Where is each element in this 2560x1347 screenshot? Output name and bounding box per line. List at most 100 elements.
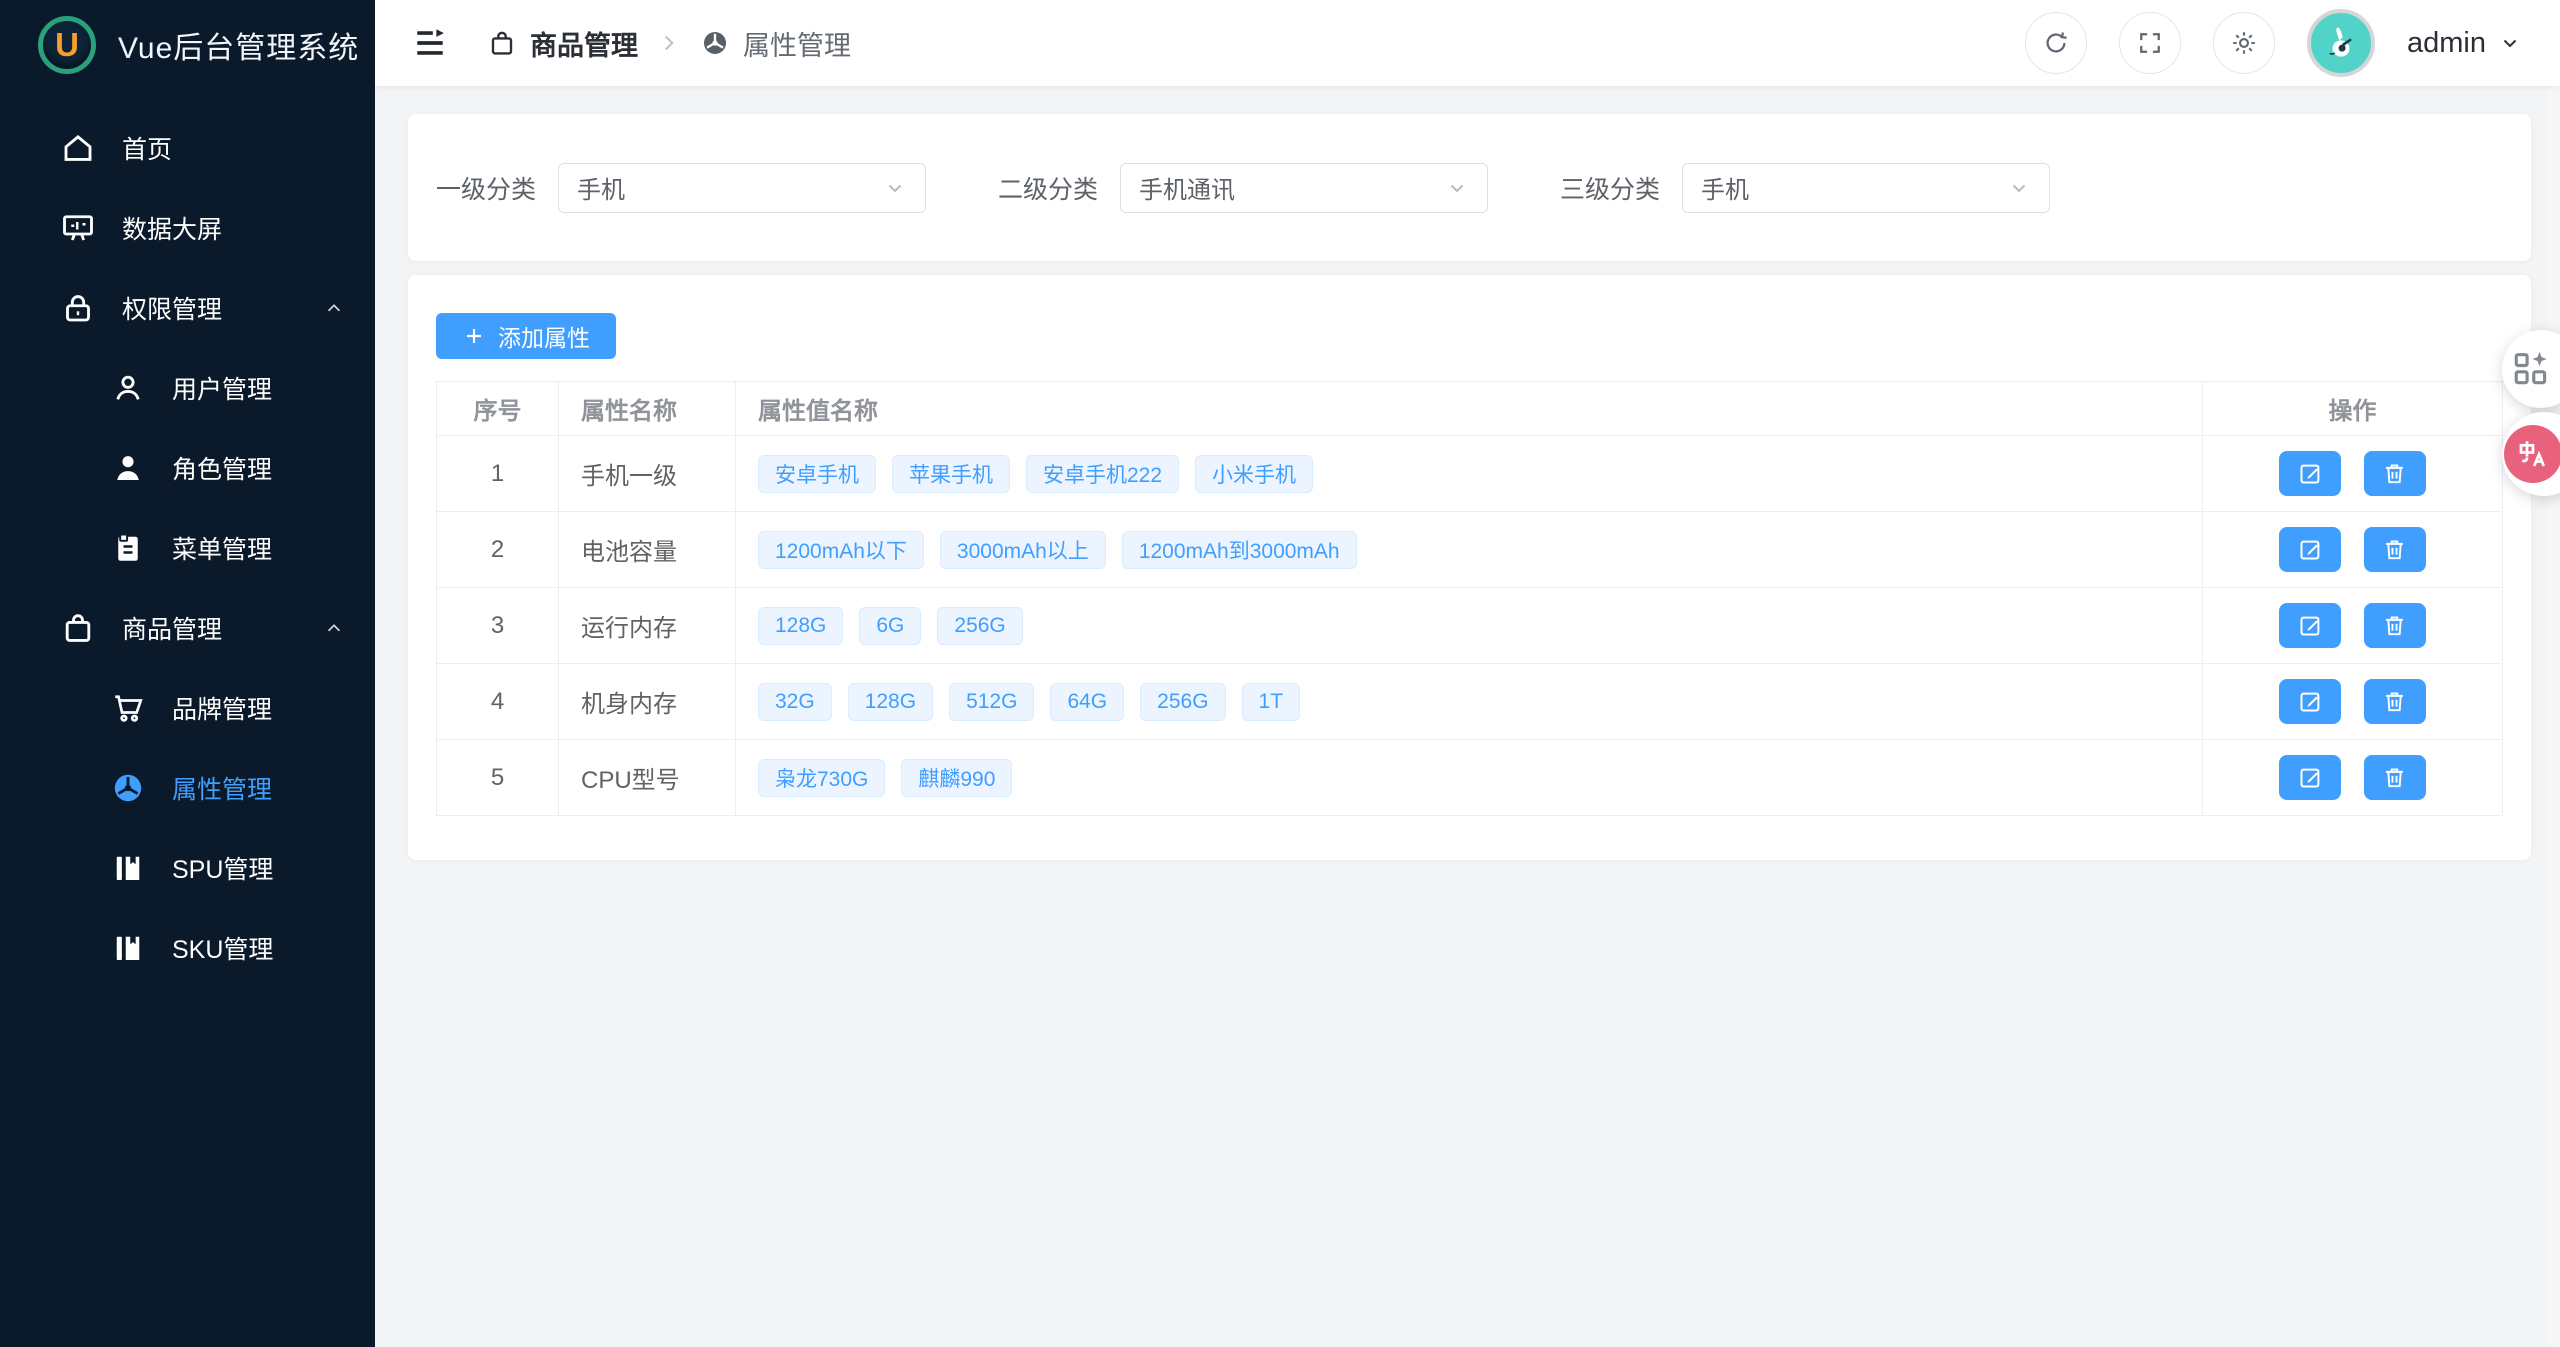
edit-button[interactable] xyxy=(2279,451,2341,496)
handbag-icon xyxy=(487,28,517,58)
edit-icon xyxy=(2297,612,2324,639)
sidebar-item-label: 首页 xyxy=(122,130,172,166)
delete-button[interactable] xyxy=(2364,451,2426,496)
aperture-icon xyxy=(700,28,730,58)
delete-button[interactable] xyxy=(2364,603,2426,648)
sidebar-item-brands[interactable]: 品牌管理 xyxy=(0,668,375,748)
sidebar-item-spu[interactable]: SPU管理 xyxy=(0,828,375,908)
sidebar-group-permissions[interactable]: 权限管理 xyxy=(0,268,375,348)
attr-value-tag: 1200mAh到3000mAh xyxy=(1122,531,1357,569)
sidebar-item-label: 权限管理 xyxy=(122,290,222,326)
row-index: 2 xyxy=(437,512,559,588)
category-filter-card: 一级分类 手机 二级分类 手机通讯 三级分类 手机 xyxy=(408,114,2531,261)
user-avatar[interactable] xyxy=(2307,9,2375,77)
header-actions: admin xyxy=(2025,9,2522,77)
breadcrumb-item-products[interactable]: 商品管理 xyxy=(487,24,638,63)
sidebar-item-datascreen[interactable]: 数据大屏 xyxy=(0,188,375,268)
attr-name: 机身内存 xyxy=(559,664,736,740)
sidebar-item-sku[interactable]: SKU管理 xyxy=(0,908,375,988)
refresh-icon xyxy=(2042,29,2070,57)
attr-name: 手机一级 xyxy=(559,436,736,512)
top-header: 商品管理 属性管理 admin xyxy=(375,0,2560,86)
sidebar-item-label: SPU管理 xyxy=(172,850,273,886)
edit-icon xyxy=(2297,688,2324,715)
fullscreen-button[interactable] xyxy=(2119,12,2181,74)
delete-button[interactable] xyxy=(2364,679,2426,724)
user-menu[interactable]: admin xyxy=(2407,27,2522,60)
sidebar: U Vue后台管理系统 首页 数据大屏 权限管理 用户管理 角色管理 菜单管理 xyxy=(0,0,375,1347)
edit-button[interactable] xyxy=(2279,755,2341,800)
home-icon xyxy=(60,130,96,166)
filter-level1: 一级分类 手机 xyxy=(436,163,926,213)
trash-icon xyxy=(2381,536,2408,563)
trash-icon xyxy=(2381,460,2408,487)
attribute-table-card: 添加属性 序号 属性名称 属性值名称 操作 1 手机一级 安卓手机苹果手机安卓手… xyxy=(408,275,2531,860)
table-row: 2 电池容量 1200mAh以下3000mAh以上1200mAh到3000mAh xyxy=(437,512,2503,588)
row-actions xyxy=(2203,512,2503,588)
sidebar-item-label: 商品管理 xyxy=(122,610,222,646)
app-logo: U Vue后台管理系统 xyxy=(0,0,375,90)
edit-button[interactable] xyxy=(2279,527,2341,572)
fold-icon xyxy=(413,26,447,60)
table-row: 5 CPU型号 枭龙730G麒麟990 xyxy=(437,740,2503,816)
scrollbar-track[interactable] xyxy=(2547,86,2560,1347)
chevron-up-icon xyxy=(321,615,347,641)
filter-label: 一级分类 xyxy=(436,170,536,206)
sidebar-item-home[interactable]: 首页 xyxy=(0,108,375,188)
notebook-icon xyxy=(110,850,146,886)
data-screen-icon xyxy=(60,210,96,246)
table-header-row: 序号 属性名称 属性值名称 操作 xyxy=(437,382,2503,436)
select-value: 手机通讯 xyxy=(1139,170,1235,205)
edit-button[interactable] xyxy=(2279,679,2341,724)
sidebar-item-label: SKU管理 xyxy=(172,930,273,966)
sidebar-collapse-button[interactable] xyxy=(413,26,447,60)
translate-button[interactable] xyxy=(2502,412,2560,496)
notebook-icon xyxy=(110,930,146,966)
refresh-button[interactable] xyxy=(2025,12,2087,74)
trash-icon xyxy=(2381,688,2408,715)
settings-button[interactable] xyxy=(2213,12,2275,74)
delete-button[interactable] xyxy=(2364,755,2426,800)
attr-value-tag: 32G xyxy=(758,683,832,721)
attr-value-tag: 麒麟990 xyxy=(901,759,1012,797)
chevron-right-icon xyxy=(656,30,682,56)
breadcrumb: 商品管理 属性管理 xyxy=(487,24,851,63)
attr-values: 128G6G256G xyxy=(736,588,2203,664)
category3-select[interactable]: 手机 xyxy=(1682,163,2050,213)
plus-icon xyxy=(462,324,486,348)
row-index: 3 xyxy=(437,588,559,664)
category1-select[interactable]: 手机 xyxy=(558,163,926,213)
sidebar-menu: 首页 数据大屏 权限管理 用户管理 角色管理 菜单管理 商品管理 xyxy=(0,108,375,988)
user-outline-icon xyxy=(110,370,146,406)
attr-value-tag: 512G xyxy=(949,683,1034,721)
edit-button[interactable] xyxy=(2279,603,2341,648)
apps-sparkle-icon xyxy=(2511,348,2553,390)
extension-panel-button[interactable] xyxy=(2502,330,2560,408)
sidebar-item-users[interactable]: 用户管理 xyxy=(0,348,375,428)
column-header-values: 属性值名称 xyxy=(736,382,2203,436)
row-index: 5 xyxy=(437,740,559,816)
sidebar-group-products[interactable]: 商品管理 xyxy=(0,588,375,668)
row-actions xyxy=(2203,588,2503,664)
category2-select[interactable]: 手机通讯 xyxy=(1120,163,1488,213)
delete-button[interactable] xyxy=(2364,527,2426,572)
sidebar-item-attributes[interactable]: 属性管理 xyxy=(0,748,375,828)
trash-icon xyxy=(2381,612,2408,639)
filter-level3: 三级分类 手机 xyxy=(1560,163,2050,213)
add-attribute-button[interactable]: 添加属性 xyxy=(436,313,616,359)
row-actions xyxy=(2203,436,2503,512)
column-header-index: 序号 xyxy=(437,382,559,436)
attr-value-tag: 苹果手机 xyxy=(892,455,1010,493)
attr-name: CPU型号 xyxy=(559,740,736,816)
sidebar-item-roles[interactable]: 角色管理 xyxy=(0,428,375,508)
row-actions xyxy=(2203,740,2503,816)
gear-icon xyxy=(2230,29,2258,57)
sidebar-item-menus[interactable]: 菜单管理 xyxy=(0,508,375,588)
attr-values: 安卓手机苹果手机安卓手机222小米手机 xyxy=(736,436,2203,512)
attr-value-tag: 1200mAh以下 xyxy=(758,531,924,569)
logo-icon: U xyxy=(38,16,96,74)
chevron-down-icon xyxy=(883,176,907,200)
username: admin xyxy=(2407,27,2486,60)
breadcrumb-item-attributes: 属性管理 xyxy=(700,24,851,63)
attr-value-tag: 安卓手机222 xyxy=(1026,455,1179,493)
